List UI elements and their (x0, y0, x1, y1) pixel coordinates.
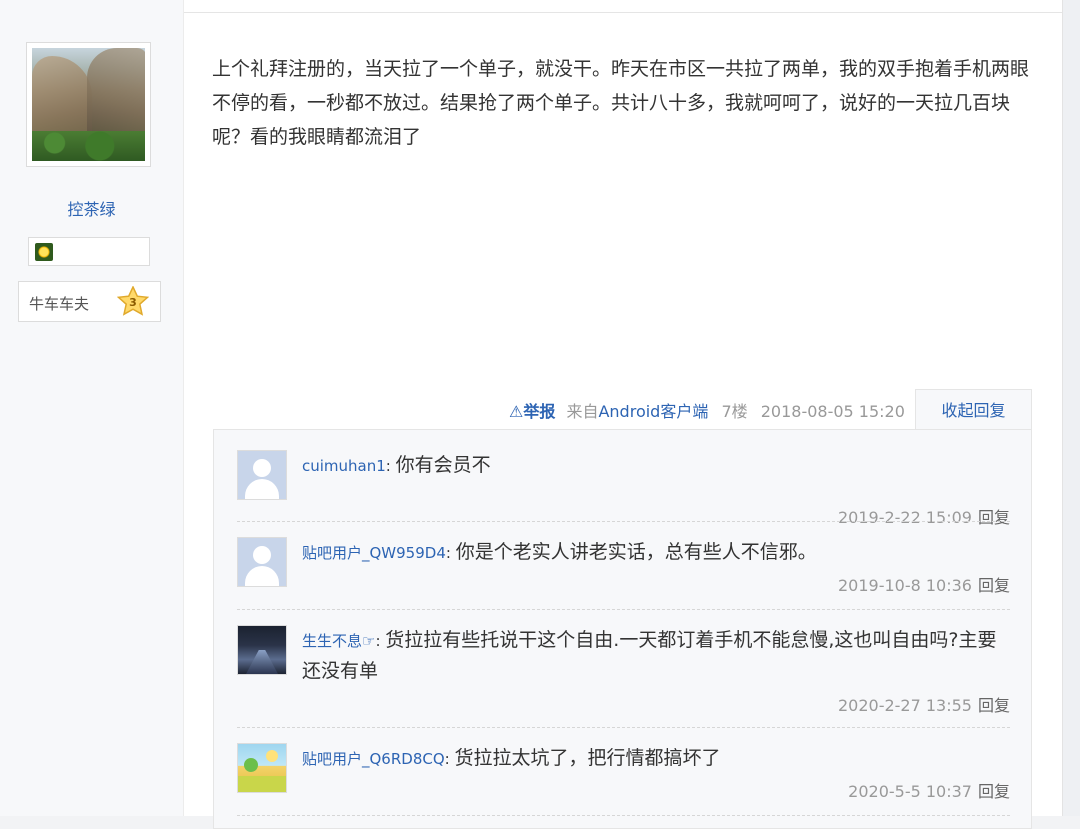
post-meta: ⚠举报 来自Android客户端 7楼 2018-08-05 15:20 (509, 398, 905, 422)
reply-time: 2019-10-8 10:36 (837, 576, 972, 595)
reply-time: 2020-5-5 10:37 (848, 782, 972, 801)
road-night-avatar[interactable] (237, 625, 287, 675)
reply-footer: 2020-5-5 10:37 回复 (848, 778, 1010, 802)
reply-divider (237, 521, 1010, 522)
level-badge[interactable]: 牛车车夫 3 (18, 281, 161, 322)
level-title: 牛车车夫 (29, 295, 90, 313)
reply-divider (237, 727, 1010, 728)
flower-badge-icon (35, 243, 53, 261)
reply-username[interactable]: 贴吧用户_Q6RD8CQ (302, 750, 445, 768)
reply-username[interactable]: 生生不息☞ (302, 632, 375, 650)
floor-number: 7楼 (721, 402, 748, 421)
member-badge (28, 237, 150, 266)
reply-footer: 2019-10-8 10:36 回复 (838, 572, 1010, 596)
source-client-link[interactable]: Android客户端 (598, 402, 708, 421)
reply-button[interactable]: 回复 (978, 508, 1010, 527)
reply-button[interactable]: 回复 (978, 696, 1010, 715)
collapse-replies-button[interactable]: 收起回复 (915, 389, 1032, 430)
reply-time: 2019-2-22 15:09 (837, 508, 972, 527)
report-link[interactable]: ⚠举报 (509, 402, 555, 421)
reply-text: 你有会员不 (395, 454, 491, 476)
post-datetime: 2018-08-05 15:20 (760, 402, 905, 421)
reply-list: cuimuhan1: 你有会员不 2019-2-22 15:09 回复 贴吧用户_… (213, 429, 1032, 829)
reply-body: 贴吧用户_QW959D4: 你是个老实人讲老实话，总有些人不信邪。 (302, 541, 817, 563)
level-star-icon: 3 (117, 286, 149, 316)
reply-footer: 2019-2-22 15:09 回复 (838, 504, 1010, 528)
cartoon-landscape-avatar[interactable] (237, 743, 287, 793)
author-avatar[interactable] (26, 42, 151, 167)
level-number: 3 (129, 296, 137, 309)
source-prefix: 来自 (566, 402, 599, 421)
reply-button[interactable]: 回复 (978, 576, 1010, 595)
reply-button[interactable]: 回复 (978, 782, 1010, 801)
divider (184, 12, 1062, 13)
reply-text: 你是个老实人讲老实话，总有些人不信邪。 (455, 541, 817, 563)
avatar-image (32, 48, 145, 161)
page-margin (1062, 0, 1080, 816)
reply-body: cuimuhan1: 你有会员不 (302, 454, 491, 476)
reply-footer: 2020-2-27 13:55 回复 (838, 692, 1010, 716)
default-avatar-icon[interactable] (237, 450, 287, 500)
author-username[interactable]: 控茶绿 (0, 196, 183, 220)
reply-username[interactable]: cuimuhan1 (302, 457, 386, 475)
default-avatar-icon[interactable] (237, 537, 287, 587)
reply-divider (237, 609, 1010, 610)
post-content: 上个礼拜注册的，当天拉了一个单子，就没干。昨天在市区一共拉了两单，我的双手抱着手… (212, 58, 1030, 148)
reply-body: 贴吧用户_Q6RD8CQ: 货拉拉太坑了，把行情都搞坏了 (302, 747, 721, 769)
reply-text: 货拉拉有些托说干这个自由.一天都订着手机不能怠慢,这也叫自由吗?主要还没有单 (302, 629, 997, 682)
warning-icon: ⚠ (509, 402, 524, 421)
reply-body: 生生不息☞: 货拉拉有些托说干这个自由.一天都订着手机不能怠慢,这也叫自由吗?主… (302, 629, 997, 682)
reply-username[interactable]: 贴吧用户_QW959D4 (302, 544, 446, 562)
reply-text: 货拉拉太坑了，把行情都搞坏了 (454, 747, 721, 769)
reply-time: 2020-2-27 13:55 (837, 696, 972, 715)
